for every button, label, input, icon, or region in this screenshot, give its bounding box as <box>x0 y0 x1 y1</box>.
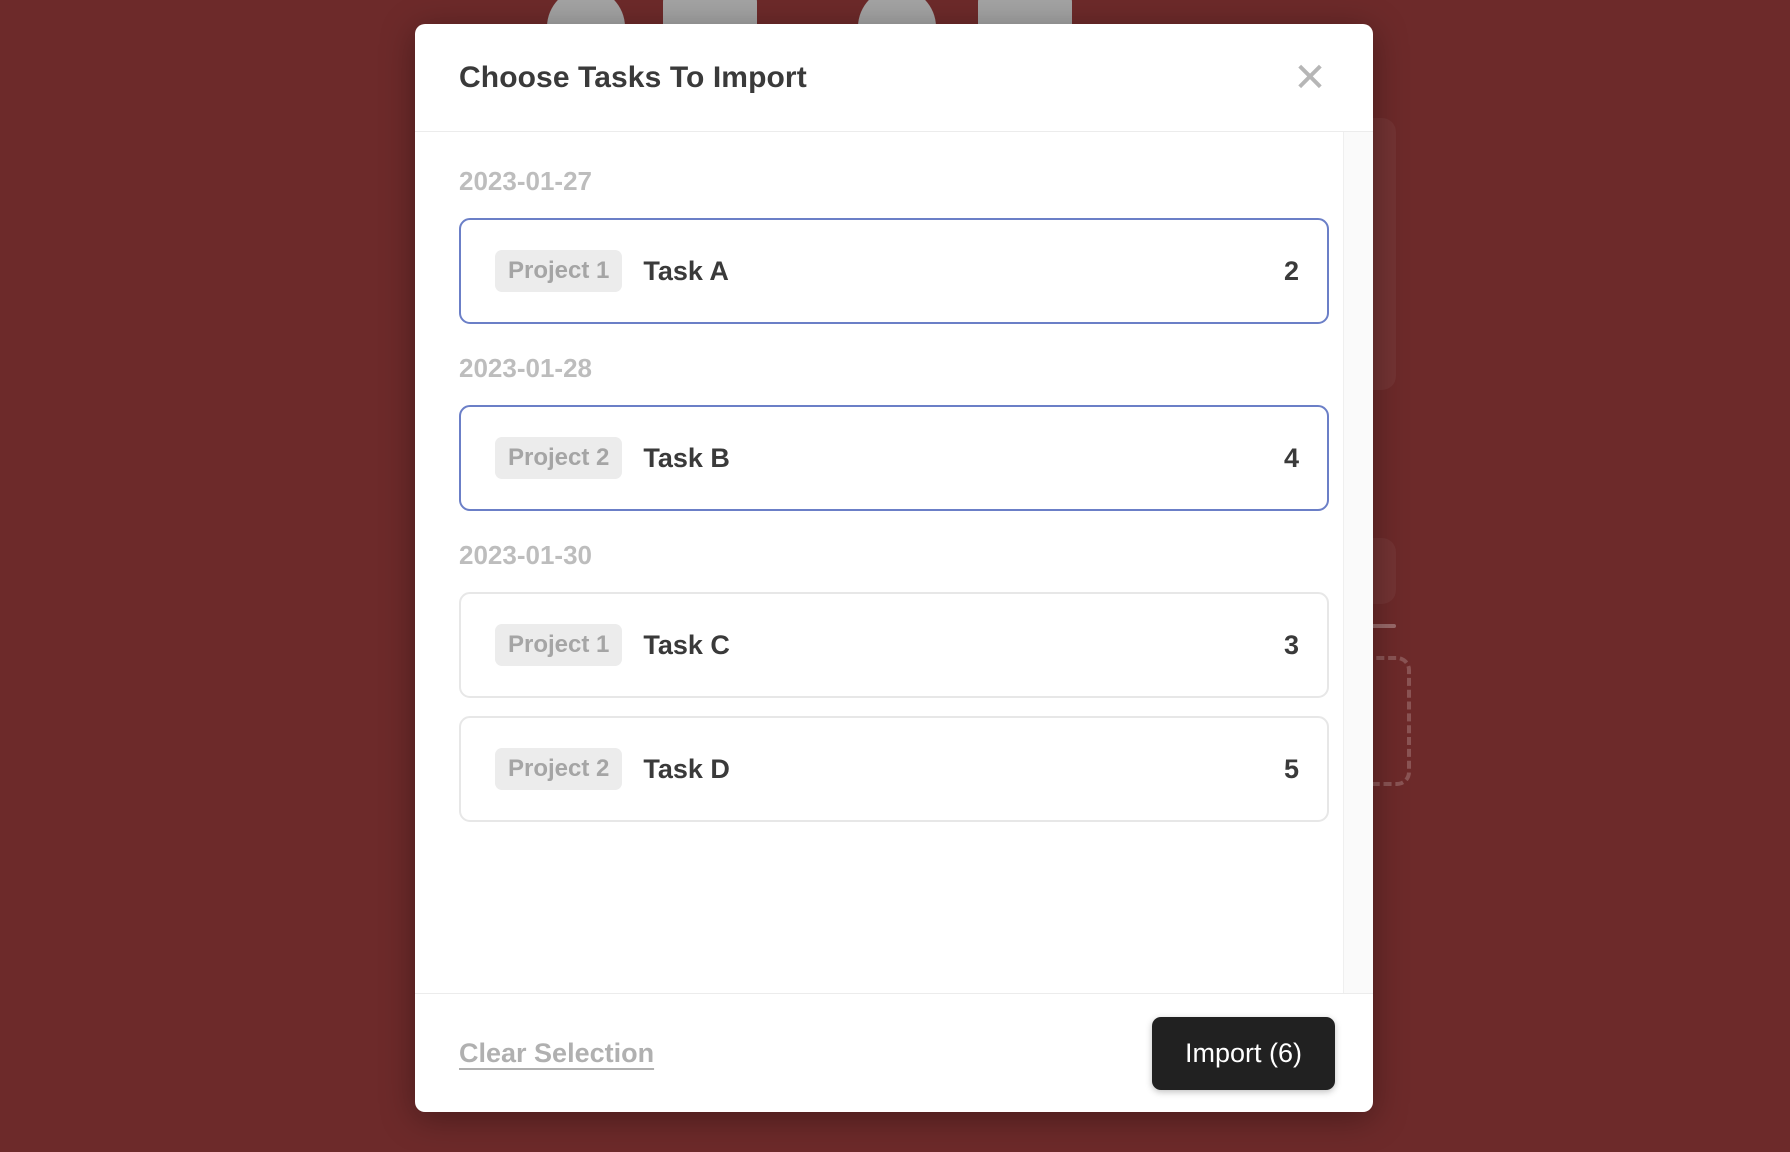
dialog-header: Choose Tasks To Import ✕ <box>415 24 1373 132</box>
task-value: 2 <box>1283 255 1299 286</box>
date-group-label: 2023-01-27 <box>459 166 592 196</box>
task-row[interactable]: Project 1 Task A 2 <box>459 218 1329 324</box>
project-badge: Project 2 <box>495 748 623 790</box>
task-row[interactable]: Project 1 Task C 3 <box>459 592 1329 698</box>
task-value: 5 <box>1283 753 1299 784</box>
task-title: Task A <box>643 255 729 286</box>
dialog-title: Choose Tasks To Import <box>459 60 807 94</box>
date-group-label: 2023-01-28 <box>459 353 592 383</box>
task-row[interactable]: Project 2 Task B 4 <box>459 405 1329 511</box>
clear-selection-link[interactable]: Clear Selection <box>459 1038 654 1069</box>
task-value: 4 <box>1283 442 1299 473</box>
project-badge: Project 1 <box>495 250 623 292</box>
date-group: 2023-01-28 Project 2 Task B 4 <box>459 353 1329 511</box>
date-group: 2023-01-30 Project 1 Task C 3 Project 2 … <box>459 540 1329 822</box>
project-badge: Project 1 <box>495 624 623 666</box>
date-group-label: 2023-01-30 <box>459 540 592 570</box>
app-root: Choose Tasks To Import ✕ 2023-01-27 Proj… <box>0 0 1790 1152</box>
dialog-footer: Clear Selection Import (6) <box>415 993 1373 1112</box>
task-value: 3 <box>1283 629 1299 660</box>
project-badge: Project 2 <box>495 437 623 479</box>
date-group: 2023-01-27 Project 1 Task A 2 <box>459 166 1329 324</box>
import-tasks-dialog: Choose Tasks To Import ✕ 2023-01-27 Proj… <box>415 24 1373 1112</box>
task-title: Task D <box>643 753 730 784</box>
task-list: 2023-01-27 Project 1 Task A 2 2023-01-28… <box>415 132 1373 993</box>
task-title: Task B <box>643 442 730 473</box>
close-icon[interactable]: ✕ <box>1287 55 1333 101</box>
task-title: Task C <box>643 629 730 660</box>
task-row[interactable]: Project 2 Task D 5 <box>459 716 1329 822</box>
vertical-scrollbar[interactable] <box>1343 132 1373 993</box>
import-button[interactable]: Import (6) <box>1151 1016 1335 1090</box>
